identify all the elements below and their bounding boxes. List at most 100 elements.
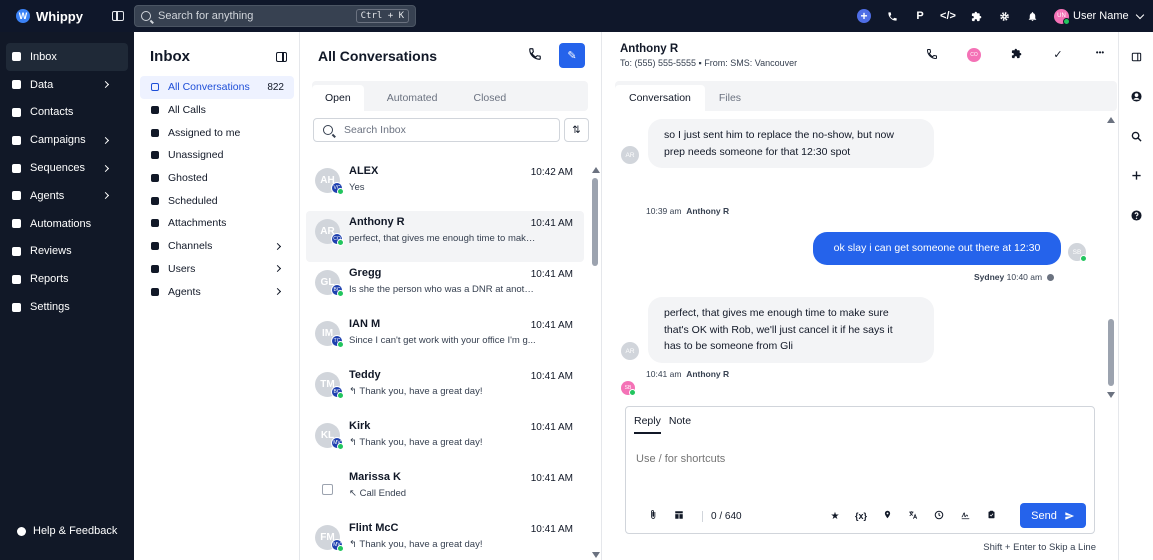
star-icon[interactable]: ★ [824, 511, 846, 522]
tab-files[interactable]: Files [705, 85, 755, 111]
inbox-filter-unassigned[interactable]: Unassigned [140, 144, 294, 167]
select-checkbox[interactable] [322, 484, 333, 495]
nav-item-inbox[interactable]: Inbox [6, 43, 128, 71]
nav-item-automations[interactable]: Automations [6, 210, 128, 238]
location-icon[interactable] [876, 509, 898, 523]
search-icon [141, 11, 151, 21]
inbox-filter-users[interactable]: Users [140, 258, 294, 281]
inbox-filter-scheduled[interactable]: Scheduled [140, 189, 294, 212]
nav-item-label: Agents [30, 189, 65, 202]
nav-item-reviews[interactable]: Reviews [6, 238, 128, 266]
nav-item-data[interactable]: Data [6, 71, 128, 99]
conversation-count: 822 [267, 81, 284, 93]
help-label: Help & Feedback [33, 525, 118, 537]
new-conversation-button[interactable]: ✎ [559, 43, 585, 68]
call-contact-button[interactable] [911, 48, 953, 62]
scroll-up-arrow[interactable] [592, 167, 600, 173]
inbox-filter-channels[interactable]: Channels [140, 235, 294, 258]
chat-scroll-up-arrow[interactable] [1107, 117, 1115, 123]
conversation-row[interactable]: KL MV Kirk 10:41 AM ↰ Thank you, have a grea… [306, 415, 584, 466]
inbox-filter-all-conversations[interactable]: All Conversations 822 [140, 76, 294, 99]
nav-item-campaigns[interactable]: Campaigns [6, 126, 128, 154]
call-button[interactable] [528, 47, 542, 61]
message-line: has to be someone from Gli [664, 340, 793, 352]
message-author: Anthony R [686, 369, 730, 379]
panel-icon[interactable] [1131, 51, 1142, 62]
help-feedback-link[interactable]: Help & Feedback [17, 525, 117, 537]
nav-item-settings[interactable]: Settings [6, 293, 128, 321]
more-options-button[interactable]: ••• [1079, 48, 1121, 62]
contact-name[interactable]: Anthony R [620, 43, 678, 55]
search-button[interactable] [1131, 131, 1142, 142]
conversation-row[interactable]: AR CO Anthony R 10:41 AM perfect, that gives… [306, 211, 584, 262]
inbox-filter-agents[interactable]: Agents [140, 280, 294, 303]
close-conversation-button[interactable]: ✓ [1037, 48, 1079, 62]
message-input[interactable] [636, 453, 1076, 465]
tab-automated[interactable]: Automated [374, 85, 451, 111]
sort-button[interactable]: ⇅ [564, 118, 589, 142]
chevron-right-icon [273, 265, 282, 273]
integrations-button[interactable] [995, 48, 1037, 62]
reply-tab[interactable]: Reply [634, 415, 661, 434]
clock-icon[interactable] [928, 510, 950, 523]
nav-contacts-icon [12, 107, 21, 117]
nav-item-reports[interactable]: Reports [6, 265, 128, 293]
send-button[interactable]: Send [1020, 503, 1086, 528]
conversation-row[interactable]: Marissa K 10:41 AM ↖ Call Ended [306, 466, 584, 517]
filter-icon [151, 287, 159, 296]
inbox-filter-ghosted[interactable]: Ghosted [140, 167, 294, 190]
conversation-row[interactable]: FM MV Flint McC 10:41 AM ↰ Thank you, have a… [306, 517, 584, 560]
global-search-input[interactable]: Search for anything Ctrl + K [134, 5, 416, 27]
nav-item-contacts[interactable]: Contacts [6, 99, 128, 127]
tab-open[interactable]: Open [312, 85, 364, 111]
scroll-down-arrow[interactable] [592, 552, 600, 558]
composer-hint: Shift + Enter to Skip a Line [983, 542, 1096, 553]
nav-item-sequences[interactable]: Sequences [6, 154, 128, 182]
chat-scroll-down-arrow[interactable] [1107, 392, 1115, 398]
help-button[interactable] [1131, 210, 1142, 221]
variable-icon[interactable]: {x} [850, 511, 872, 521]
user-menu[interactable]: UN User Name [1054, 0, 1144, 32]
message-meta: Sydney 10:40 am [974, 272, 1054, 282]
edit-icon: ✎ [567, 50, 577, 62]
conversation-row[interactable]: TM BC Teddy 10:41 AM ↰ Thank you, have a gre… [306, 364, 584, 415]
template-icon[interactable] [668, 510, 690, 523]
p-button[interactable]: P [906, 10, 934, 22]
integrations-button[interactable] [962, 11, 990, 22]
inbox-filter-attachments[interactable]: Attachments [140, 212, 294, 235]
composer-tabs: Reply Note [634, 415, 699, 434]
note-tab[interactable]: Note [669, 415, 691, 434]
chevron-right-icon [101, 192, 110, 200]
nav-item-label: Reports [30, 273, 69, 286]
app-logo[interactable]: W Whippy [16, 9, 108, 24]
settings-button[interactable] [990, 11, 1018, 22]
new-button[interactable]: + [850, 9, 878, 23]
conversation-row[interactable]: AH VC ALEX 10:42 AM Yes [306, 160, 584, 211]
nav-item-agents[interactable]: Agents [6, 182, 128, 210]
assign-button[interactable]: CO [953, 48, 995, 62]
tab-conversation[interactable]: Conversation [615, 85, 705, 111]
phone-button[interactable] [878, 11, 906, 22]
inbox-filter-all-calls[interactable]: All Calls [140, 99, 294, 122]
search-inbox-input[interactable]: Search Inbox [313, 118, 560, 142]
contact-profile-button[interactable] [1131, 91, 1142, 102]
paperclip-icon[interactable] [642, 509, 664, 523]
message-avatar: AR [621, 146, 639, 164]
add-button[interactable] [1131, 170, 1142, 181]
translate-icon[interactable] [902, 510, 924, 523]
sidebar-toggle-icon[interactable] [112, 11, 124, 21]
tab-closed[interactable]: Closed [460, 85, 519, 111]
conversation-time: 10:42 AM [530, 167, 573, 178]
conversation-snippet: ↖ Call Ended [349, 488, 407, 499]
inbox-filter-assigned-to-me[interactable]: Assigned to me [140, 121, 294, 144]
collapse-panel-icon[interactable] [276, 52, 287, 62]
signature-icon[interactable] [954, 510, 976, 523]
conversation-row[interactable]: IM TC IAN M 10:41 AM Since I can't get work … [306, 313, 584, 364]
clipboard-icon[interactable] [980, 509, 1002, 523]
conversation-row[interactable]: GL BC Gregg 10:41 AM Is she the person who w… [306, 262, 584, 313]
code-button[interactable]: </> [934, 10, 962, 22]
notifications-button[interactable] [1018, 11, 1046, 22]
conversation-list-scrollbar[interactable] [592, 178, 598, 266]
inbox-filter-label: Scheduled [168, 194, 218, 207]
chat-scrollbar[interactable] [1108, 319, 1114, 386]
